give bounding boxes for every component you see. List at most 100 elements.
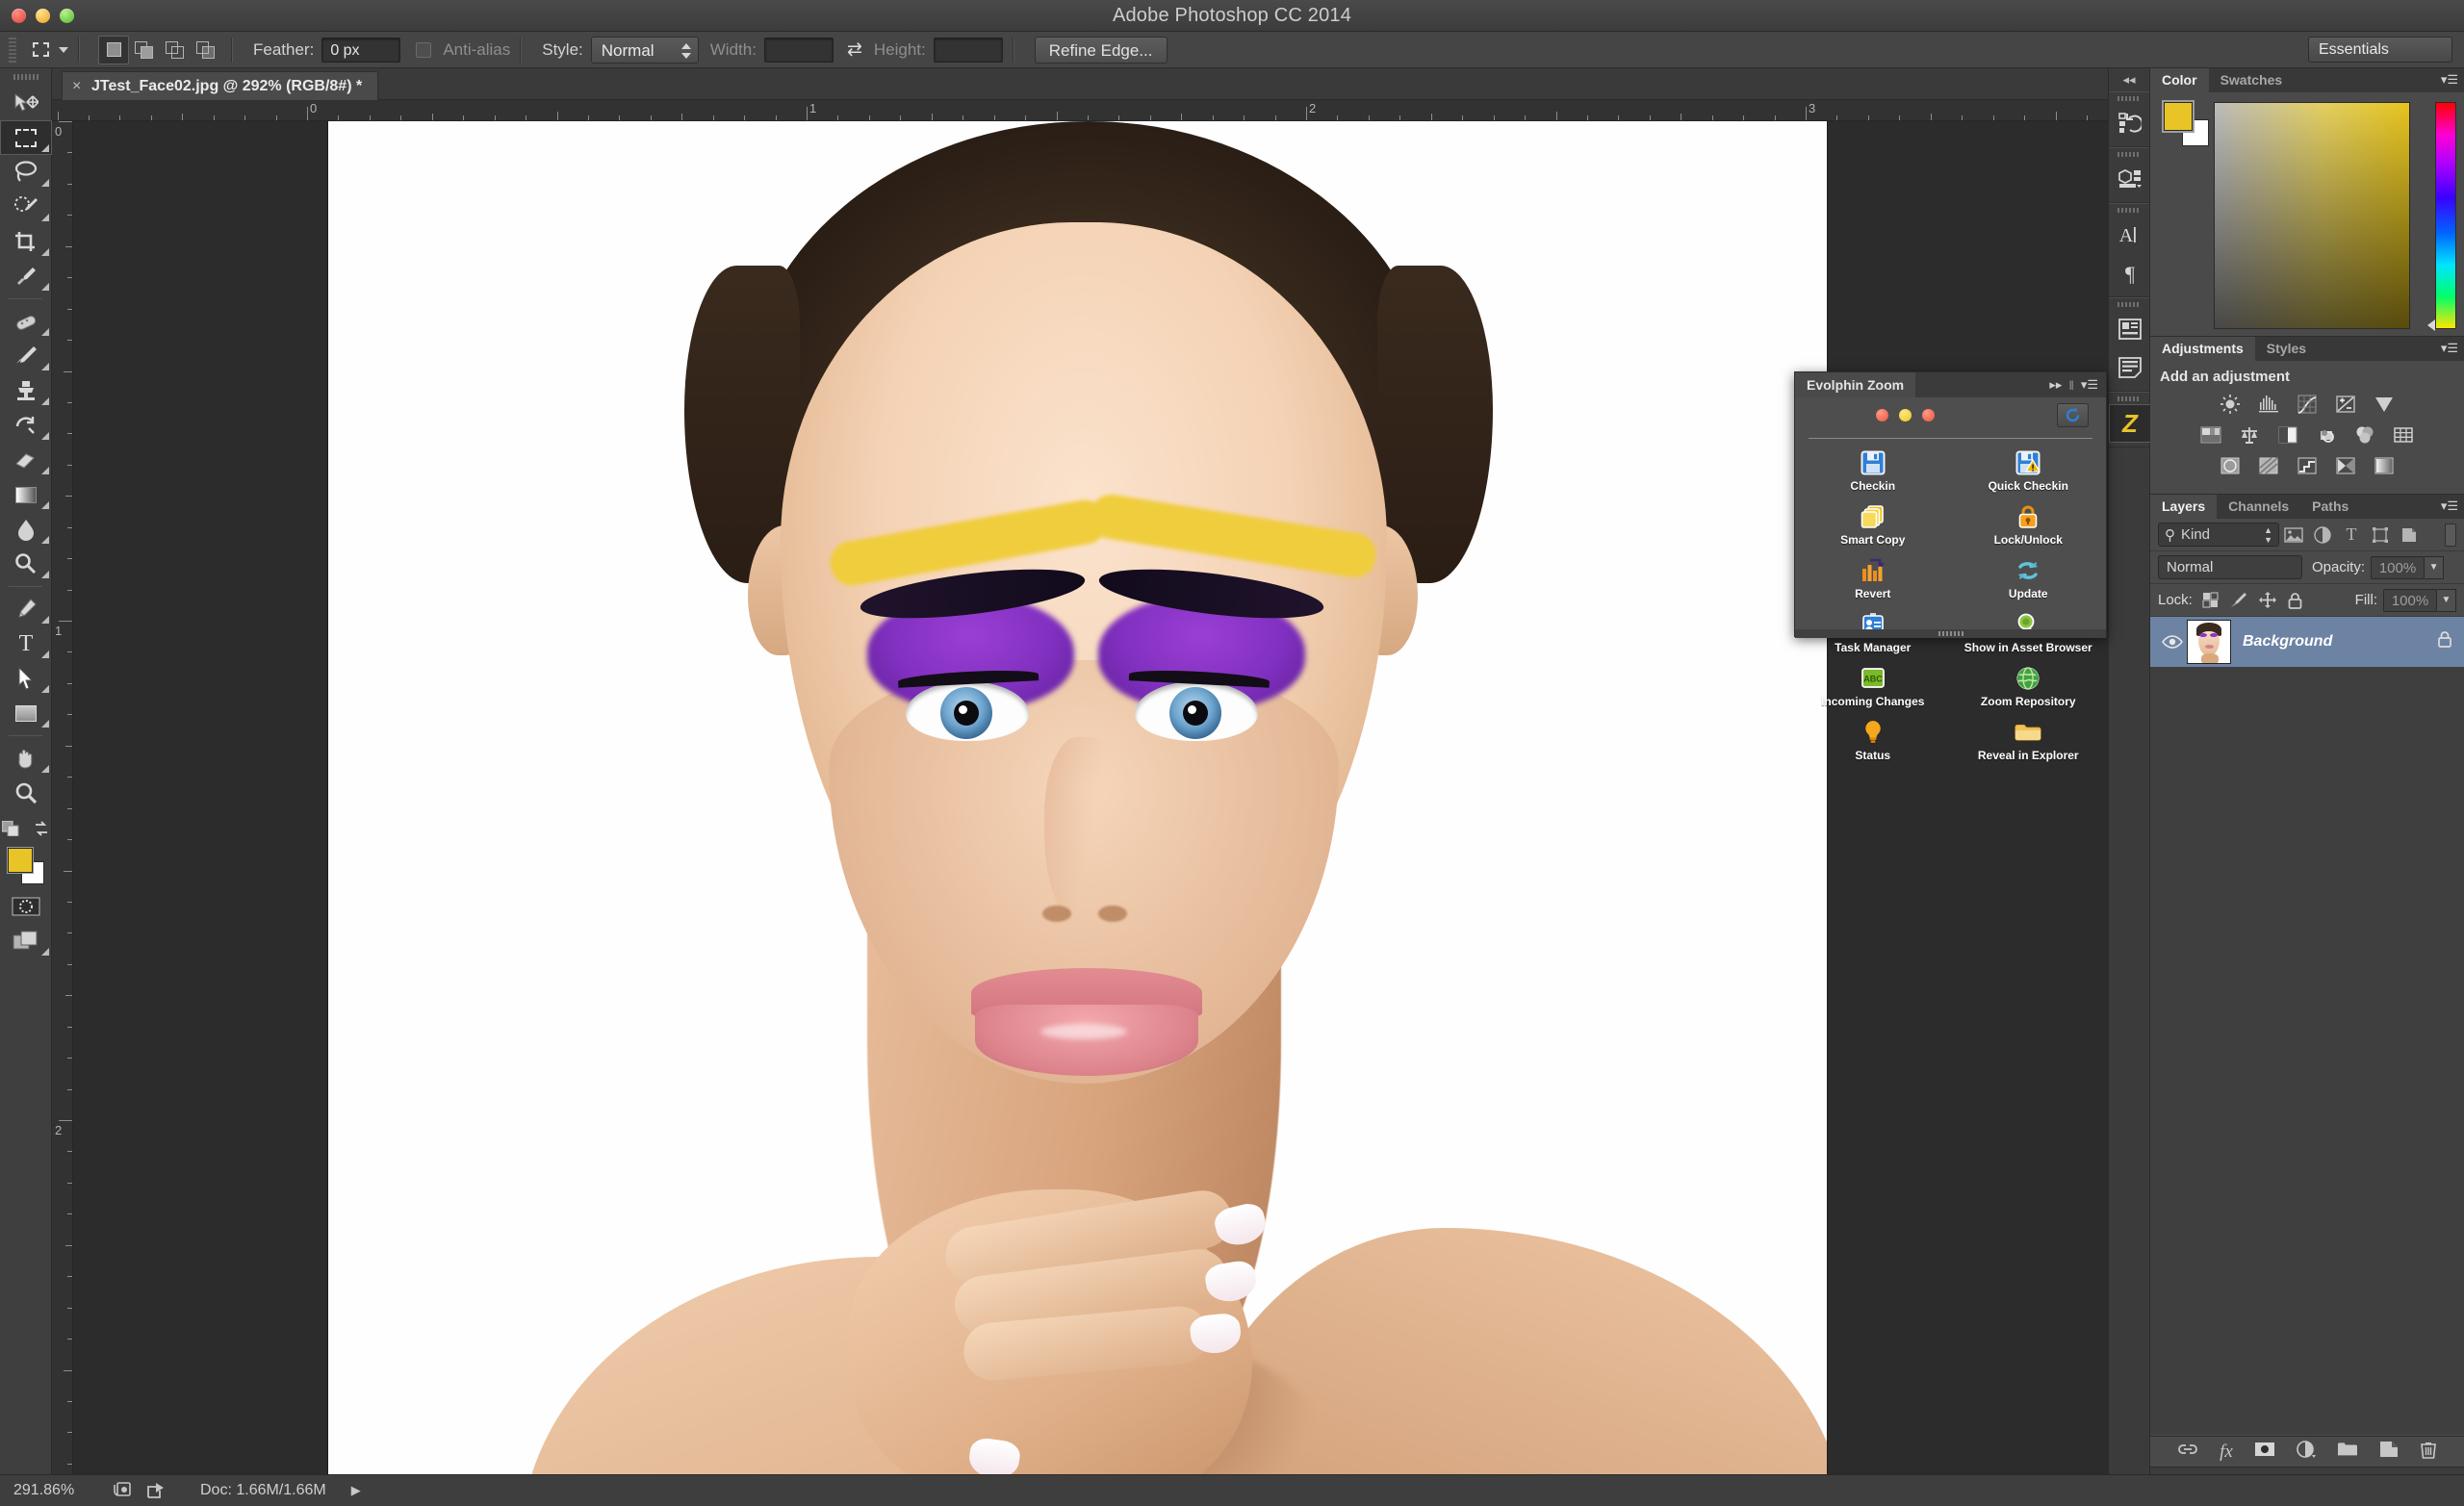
height-input[interactable] — [933, 37, 1003, 63]
layer-comps-panel-icon[interactable] — [2109, 310, 2151, 348]
panel-menu-icon[interactable]: ▾☰ — [2441, 341, 2458, 356]
options-bar-grip[interactable] — [9, 37, 16, 63]
add-to-selection-button[interactable] — [129, 36, 160, 64]
hue-saturation-icon[interactable] — [2196, 422, 2225, 447]
document-canvas[interactable] — [328, 121, 1827, 1474]
pixel-filter-icon[interactable] — [2279, 523, 2308, 547]
canvas-area[interactable] — [73, 121, 2108, 1474]
chevron-down-icon[interactable] — [59, 46, 68, 53]
delete-layer-icon[interactable] — [2420, 1441, 2437, 1464]
foreground-background-color[interactable] — [0, 843, 52, 889]
color-lookup-icon[interactable] — [2389, 422, 2418, 447]
quick-mask-icon[interactable] — [0, 889, 52, 924]
paragraph-panel-icon[interactable]: ¶ — [2109, 254, 2151, 293]
lock-image-pixels-icon[interactable] — [2230, 592, 2247, 608]
hue-slider-handle[interactable] — [2427, 319, 2435, 331]
curves-icon[interactable] — [2293, 392, 2322, 417]
reveal-in-explorer-button[interactable]: Reveal in Explorer — [1951, 715, 2107, 767]
lasso-tool[interactable] — [0, 155, 52, 190]
zoom-repository-button[interactable]: Zoom Repository — [1951, 661, 2107, 713]
layer-style-fx-icon[interactable]: fx — [2220, 1442, 2233, 1463]
evolphin-panel-resize-grip[interactable] — [1795, 629, 2106, 638]
tab-styles[interactable]: Styles — [2255, 337, 2318, 361]
blend-mode-select[interactable]: Normal — [2158, 555, 2302, 579]
screen-mode-icon[interactable] — [0, 924, 52, 958]
evolphin-zoom-panel-icon[interactable]: Z — [2109, 404, 2151, 443]
dock-grip[interactable] — [2109, 148, 2149, 160]
foreground-color-swatch[interactable] — [2164, 102, 2193, 131]
quick-checkin-button[interactable]: Quick Checkin — [1951, 446, 2107, 498]
intersect-with-selection-button[interactable] — [191, 36, 221, 64]
zoom-level[interactable]: 291.86% — [13, 1482, 100, 1499]
vibrance-icon[interactable] — [2370, 392, 2399, 417]
feather-input[interactable]: 0 px — [321, 37, 401, 63]
threshold-icon[interactable] — [2293, 453, 2322, 478]
document-tab[interactable]: × JTest_Face02.jpg @ 292% (RGB/8#) * — [62, 71, 379, 101]
refresh-icon[interactable] — [2057, 403, 2089, 427]
opacity-stepper[interactable]: ▼ — [2425, 555, 2445, 579]
fill-stepper[interactable]: ▼ — [2437, 588, 2456, 612]
black-white-icon[interactable] — [2273, 422, 2302, 447]
close-icon[interactable]: × — [72, 72, 81, 101]
history-brush-tool[interactable] — [0, 408, 52, 443]
filter-toggle-icon[interactable] — [2445, 523, 2456, 547]
eraser-tool[interactable] — [0, 443, 52, 477]
brush-tool[interactable] — [0, 339, 52, 373]
status-expand-icon[interactable]: ▶ — [351, 1483, 361, 1498]
levels-icon[interactable] — [2254, 392, 2283, 417]
opacity-input[interactable]: 100% — [2371, 555, 2426, 579]
gradient-map-icon[interactable] — [2331, 453, 2360, 478]
clone-stamp-tool[interactable] — [0, 373, 52, 408]
blur-tool[interactable] — [0, 512, 52, 547]
properties-3d-panel-icon[interactable] — [2109, 160, 2151, 198]
crop-tool[interactable] — [0, 224, 52, 259]
swap-width-height-icon[interactable]: ⇄ — [847, 38, 862, 61]
add-layer-mask-icon[interactable] — [2254, 1442, 2275, 1462]
width-input[interactable] — [763, 37, 834, 63]
rectangular-marquee-tool[interactable] — [0, 120, 52, 155]
dock-grip[interactable] — [2109, 298, 2149, 310]
checkin-button[interactable]: Checkin — [1795, 446, 1951, 498]
move-tool[interactable] — [0, 86, 52, 120]
photo-filter-icon[interactable] — [2312, 422, 2341, 447]
quick-selection-tool[interactable] — [0, 190, 52, 224]
panel-menu-icon[interactable]: ▾☰ — [2441, 72, 2458, 88]
invert-icon[interactable] — [2216, 453, 2245, 478]
posterize-icon[interactable] — [2254, 453, 2283, 478]
rectangular-marquee-icon[interactable] — [26, 36, 55, 64]
refine-edge-button[interactable]: Refine Edge... — [1034, 36, 1168, 64]
exposure-icon[interactable] — [2331, 392, 2360, 417]
share-icon[interactable] — [146, 1482, 167, 1499]
tab-channels[interactable]: Channels — [2217, 495, 2300, 519]
type-filter-icon[interactable]: T — [2337, 523, 2366, 547]
tab-layers[interactable]: Layers — [2150, 495, 2218, 519]
evolphin-zoom-panel[interactable]: Evolphin Zoom ▸▸ ‖ ▾☰ Checkin Quick Chec… — [1794, 371, 2107, 762]
subtract-from-selection-button[interactable] — [160, 36, 191, 64]
lock-position-icon[interactable] — [2258, 591, 2276, 608]
pen-tool[interactable] — [0, 592, 52, 626]
new-selection-button[interactable] — [98, 35, 129, 64]
gradient-tool[interactable] — [0, 477, 52, 512]
lock-all-icon[interactable] — [2288, 592, 2302, 609]
path-selection-tool[interactable] — [0, 661, 52, 696]
new-layer-icon[interactable] — [2379, 1441, 2399, 1463]
color-panel-fg-bg[interactable] — [2161, 100, 2215, 146]
revert-button[interactable]: Revert — [1795, 553, 1951, 605]
fill-input[interactable]: 100% — [2383, 588, 2437, 612]
anti-alias-checkbox[interactable] — [416, 41, 432, 58]
color-field[interactable] — [2214, 102, 2453, 329]
shape-filter-icon[interactable] — [2366, 523, 2395, 547]
dodge-tool[interactable] — [0, 547, 52, 581]
eyedropper-tool[interactable] — [0, 259, 52, 294]
hand-tool[interactable] — [0, 741, 52, 776]
status-button[interactable]: Status — [1795, 715, 1951, 767]
hue-slider[interactable] — [2435, 102, 2456, 329]
evolphin-panel-tab[interactable]: Evolphin Zoom — [1795, 372, 1916, 397]
rectangle-tool[interactable] — [0, 696, 52, 730]
document-thumbnail-icon[interactable] — [114, 1482, 133, 1499]
lock-unlock-button[interactable]: Lock/Unlock — [1951, 499, 2107, 551]
dock-grip[interactable] — [2109, 393, 2149, 404]
tools-panel-grip[interactable] — [0, 68, 51, 86]
panel-menu-icon[interactable]: ▾☰ — [2081, 377, 2098, 393]
smart-object-filter-icon[interactable] — [2395, 523, 2424, 547]
